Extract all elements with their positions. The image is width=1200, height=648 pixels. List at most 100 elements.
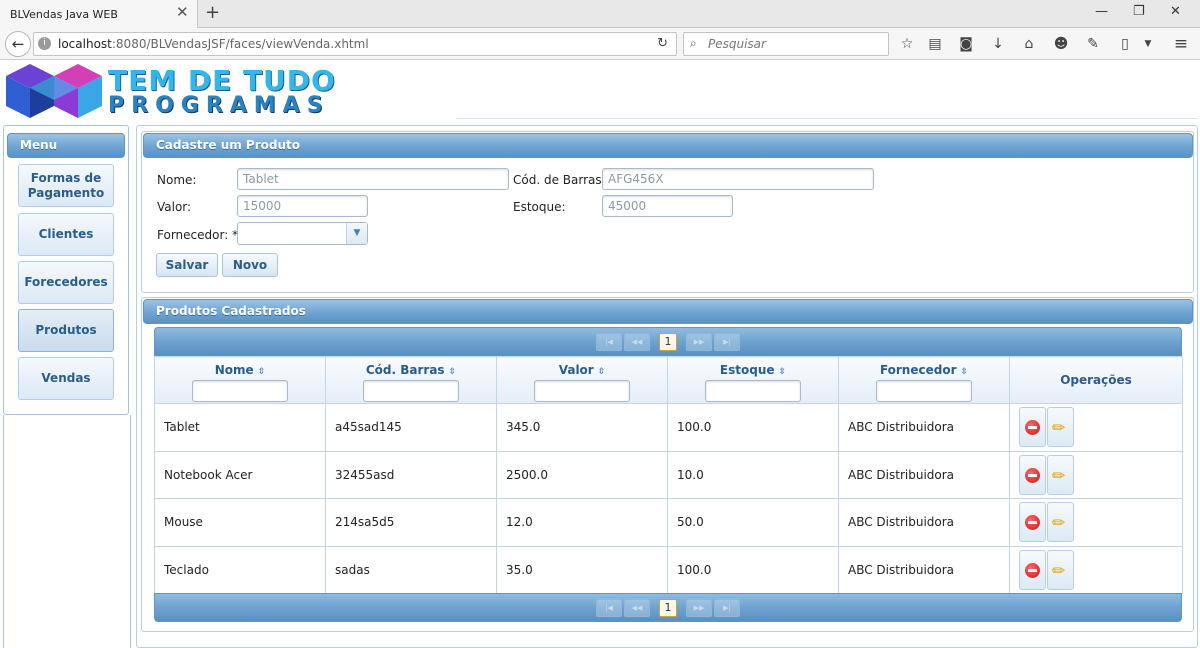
minimize-icon[interactable]: — xyxy=(1095,5,1108,19)
edit-button[interactable]: ✏ xyxy=(1047,454,1074,495)
cell-fornecedor: ABC Distribuidora xyxy=(838,450,1010,499)
menu-item-formas-de-pagamento[interactable]: Formas de Pagamento xyxy=(18,164,114,207)
filter-input-valor[interactable] xyxy=(534,380,630,402)
filter-input-estoque[interactable] xyxy=(705,380,801,402)
codbarras-input[interactable]: AFG456X xyxy=(602,168,874,190)
cell-fornecedor: ABC Distribuidora xyxy=(838,498,1010,547)
window-close-icon[interactable]: ✕ xyxy=(1170,5,1181,19)
column-label: Fornecedor xyxy=(879,363,957,377)
back-button[interactable]: ← xyxy=(5,31,31,57)
next-page-icon[interactable]: ▶▶ xyxy=(686,333,712,351)
logo-text-bottom: PROGRAMAS xyxy=(108,93,330,118)
last-page-icon[interactable]: ▶| xyxy=(714,599,740,617)
salvar-button[interactable]: Salvar xyxy=(156,253,218,277)
reload-icon[interactable]: ↻ xyxy=(657,36,668,51)
page-number[interactable]: 1 xyxy=(659,333,677,351)
cell-estoque: 10.0 xyxy=(667,450,839,499)
sort-icon[interactable]: ⇳ xyxy=(779,367,787,377)
new-tab-icon[interactable]: + xyxy=(205,3,220,23)
filter-input-nome[interactable] xyxy=(192,380,288,402)
estoque-input[interactable]: 45000 xyxy=(602,195,733,217)
column-header-nome[interactable]: Nome ⇳ xyxy=(154,356,326,404)
chat-icon[interactable]: ☻ xyxy=(1053,36,1069,52)
cell-estoque: 50.0 xyxy=(667,498,839,547)
paginator-bottom: |◀ ◀◀ 1 ▶▶ ▶| xyxy=(154,593,1182,622)
hamburger-menu-icon[interactable]: ≡ xyxy=(1173,36,1189,53)
pencil-icon: ✏ xyxy=(1052,513,1066,533)
url-text: localhost:8080/BLVendasJSF/faces/viewVen… xyxy=(58,37,369,51)
prev-page-icon[interactable]: ◀◀ xyxy=(624,599,650,617)
delete-button[interactable] xyxy=(1019,549,1046,590)
fornecedor-select[interactable]: ▼ xyxy=(237,222,368,245)
menu-item-forecedores[interactable]: Forecedores xyxy=(18,261,114,304)
prev-page-icon[interactable]: ◀◀ xyxy=(624,333,650,351)
pocket-icon[interactable]: ◙ xyxy=(958,36,974,52)
close-tab-icon[interactable]: ✕ xyxy=(176,5,189,20)
cell-nome: Mouse xyxy=(154,498,326,547)
table-row[interactable]: Teclado sadas 35.0 100.0 ABC Distribuido… xyxy=(154,545,1183,594)
page-number[interactable]: 1 xyxy=(659,599,677,617)
delete-icon xyxy=(1025,515,1040,531)
edit-button[interactable]: ✏ xyxy=(1047,549,1074,590)
chevron-down-icon[interactable]: ▼ xyxy=(1140,36,1156,52)
delete-button[interactable] xyxy=(1019,407,1046,448)
menu-item-clientes[interactable]: Clientes xyxy=(18,213,114,256)
cell-estoque: 100.0 xyxy=(667,403,839,452)
table-row[interactable]: Mouse 214sa5d5 12.0 50.0 ABC Distribuido… xyxy=(154,498,1183,547)
delete-icon xyxy=(1025,467,1040,483)
sort-icon[interactable]: ⇳ xyxy=(961,367,969,377)
column-header-cod-barras[interactable]: Cód. Barras ⇳ xyxy=(325,356,497,404)
sort-icon[interactable]: ⇳ xyxy=(258,367,266,377)
url-bar[interactable]: i localhost:8080/BLVendasJSF/faces/viewV… xyxy=(33,32,677,56)
cell-operacoes: ✏ xyxy=(1009,450,1183,499)
estoque-label: Estoque: xyxy=(513,200,566,214)
filter-input-fornecedor[interactable] xyxy=(876,380,972,402)
nome-label: Nome: xyxy=(157,173,197,187)
info-icon[interactable]: i xyxy=(38,37,51,50)
delete-button[interactable] xyxy=(1019,502,1046,543)
next-page-icon[interactable]: ▶▶ xyxy=(686,599,712,617)
clipboard-icon[interactable]: ▯ xyxy=(1117,36,1133,52)
first-page-icon[interactable]: |◀ xyxy=(596,599,622,617)
form-header: Cadastre um Produto xyxy=(143,133,1193,158)
last-page-icon[interactable]: ▶| xyxy=(714,333,740,351)
search-input[interactable]: ⌕ Pesquisar xyxy=(683,32,889,56)
column-header-valor[interactable]: Valor ⇳ xyxy=(496,356,668,404)
column-header-estoque[interactable]: Estoque ⇳ xyxy=(667,356,839,404)
nome-input[interactable]: Tablet xyxy=(237,168,509,190)
edit-button[interactable]: ✏ xyxy=(1047,407,1074,448)
column-label: Estoque xyxy=(719,363,775,377)
cell-nome: Teclado xyxy=(154,545,326,594)
cell-valor: 12.0 xyxy=(496,498,668,547)
pencil-icon: ✏ xyxy=(1052,560,1066,580)
browser-nav-bar: ← i localhost:8080/BLVendasJSF/faces/vie… xyxy=(0,28,1200,60)
menu-item-vendas[interactable]: Vendas xyxy=(18,357,114,400)
table-row[interactable]: Tablet a45sad145 345.0 100.0 ABC Distrib… xyxy=(154,403,1183,452)
bookmark-star-icon[interactable]: ☆ xyxy=(899,36,915,52)
table-row[interactable]: Notebook Acer 32455asd 2500.0 10.0 ABC D… xyxy=(154,450,1183,499)
site-logo: TEM DE TUDO PROGRAMAS xyxy=(0,62,456,120)
filter-input-cod-barras[interactable] xyxy=(363,380,459,402)
browser-tab[interactable]: BLVendas Java WEB ✕ xyxy=(0,0,198,29)
delete-button[interactable] xyxy=(1019,454,1046,495)
edit-button[interactable]: ✏ xyxy=(1047,502,1074,543)
first-page-icon[interactable]: |◀ xyxy=(596,333,622,351)
home-icon[interactable]: ⌂ xyxy=(1021,36,1037,52)
pencil-icon: ✏ xyxy=(1052,418,1066,438)
sort-icon[interactable]: ⇳ xyxy=(598,367,606,377)
download-icon[interactable]: ↓ xyxy=(990,36,1006,52)
extension-icon[interactable]: ✎ xyxy=(1085,36,1101,52)
delete-icon xyxy=(1025,420,1040,436)
menu-item-produtos[interactable]: Produtos xyxy=(18,309,114,352)
chevron-down-icon[interactable]: ▼ xyxy=(346,223,367,244)
cell-valor: 2500.0 xyxy=(496,450,668,499)
cell-operacoes: ✏ xyxy=(1009,403,1183,452)
sort-icon[interactable]: ⇳ xyxy=(449,367,457,377)
restore-icon[interactable]: ❐ xyxy=(1133,5,1145,19)
column-header-fornecedor[interactable]: Fornecedor ⇳ xyxy=(838,356,1010,404)
reading-list-icon[interactable]: ▤ xyxy=(927,36,943,52)
column-label: Nome xyxy=(214,363,254,377)
search-icon: ⌕ xyxy=(690,36,697,50)
valor-input[interactable]: 15000 xyxy=(237,195,368,217)
novo-button[interactable]: Novo xyxy=(222,253,278,277)
